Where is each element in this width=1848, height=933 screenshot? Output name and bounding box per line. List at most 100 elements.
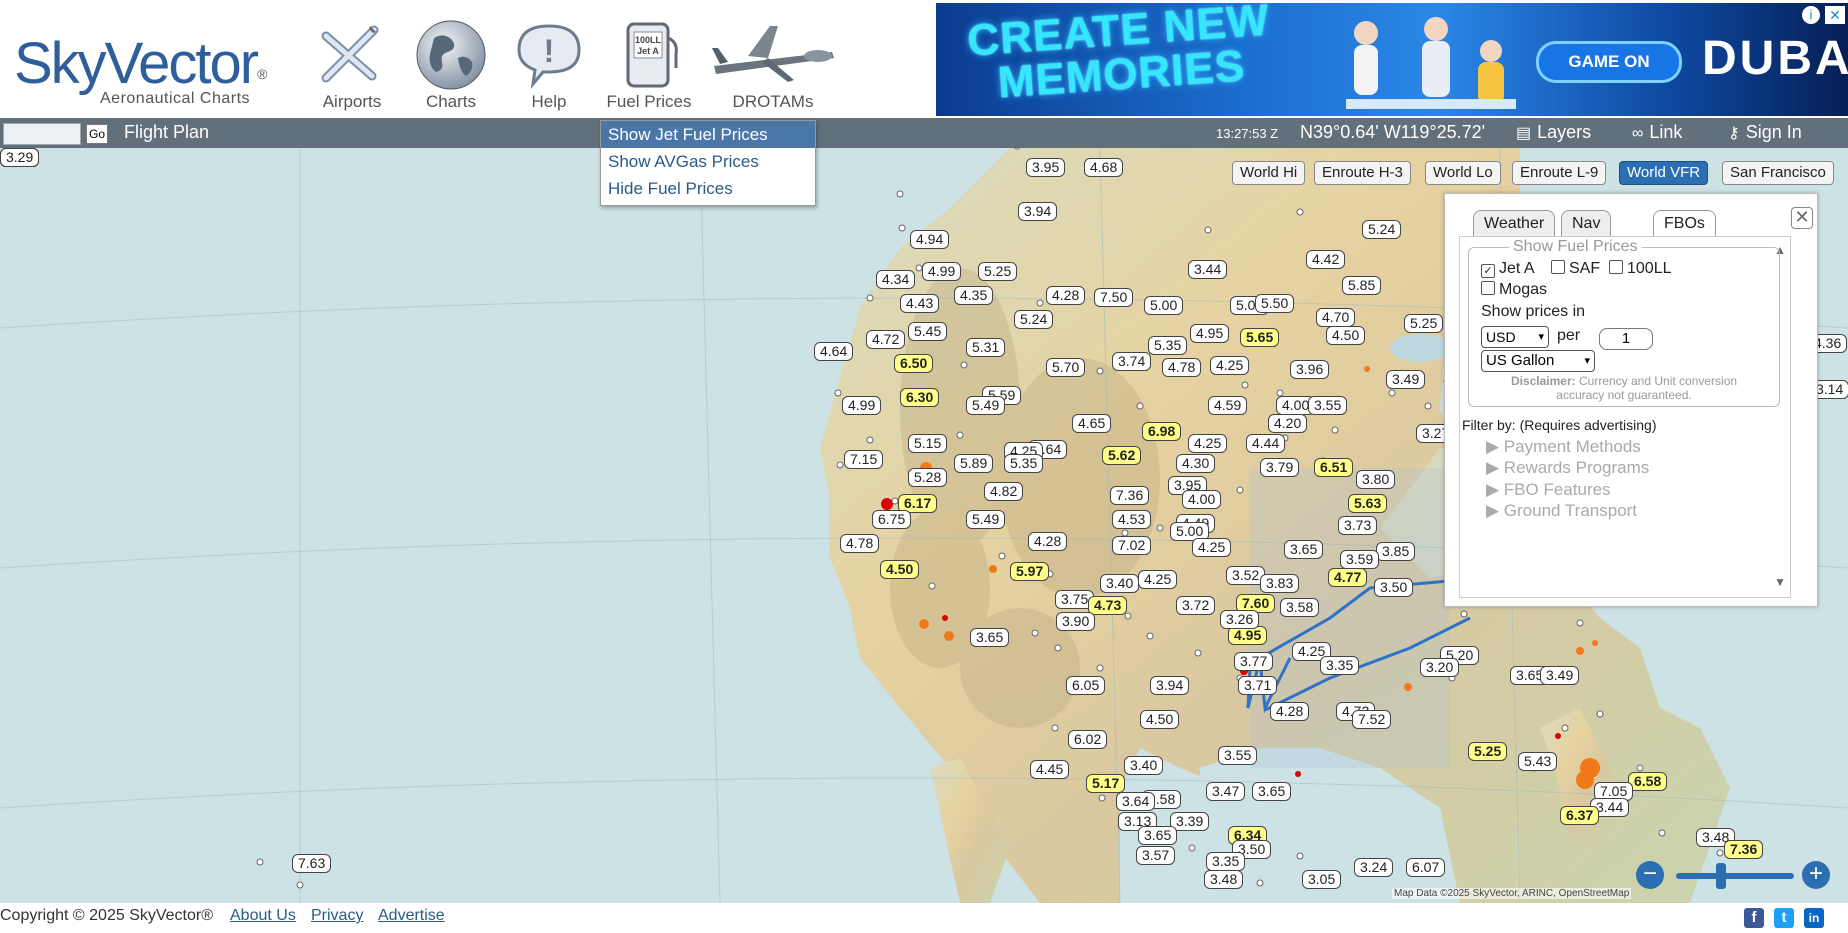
- fuel-price-label[interactable]: 7.36: [1110, 486, 1150, 505]
- currency-select[interactable]: USD ▾: [1481, 326, 1549, 348]
- fuel-price-label[interactable]: 3.72: [1176, 596, 1216, 615]
- nav-drotams[interactable]: DROTAMs: [708, 18, 838, 116]
- fuel-price-label[interactable]: 4.25: [1138, 570, 1178, 589]
- adchoices-icon[interactable]: i: [1802, 6, 1820, 24]
- map-canvas[interactable]: World Hi Enroute H-3 World Lo Enroute L-…: [0, 148, 1848, 903]
- fuel-price-label[interactable]: 7.02: [1112, 536, 1152, 555]
- fuel-price-label[interactable]: 4.94: [910, 230, 950, 249]
- zoom-slider-handle[interactable]: [1716, 863, 1726, 889]
- fuel-price-label[interactable]: 4.42: [1306, 250, 1346, 269]
- fuel-price-label[interactable]: 5.00: [1144, 296, 1184, 315]
- fuel-price-label[interactable]: 5.70: [1046, 358, 1086, 377]
- fuel-price-label[interactable]: 4.20: [1268, 414, 1308, 433]
- fuel-price-label[interactable]: 3.95: [1026, 158, 1066, 177]
- fuel-price-label[interactable]: 3.55: [1308, 396, 1348, 415]
- skyvector-logo[interactable]: SkyVector® Aeronautical Charts: [14, 34, 284, 114]
- checkbox-100ll[interactable]: 100LL: [1609, 260, 1672, 278]
- fuel-price-label[interactable]: 5.28: [908, 468, 948, 487]
- checkbox-jet-a[interactable]: ✓ Jet A: [1481, 260, 1535, 278]
- fuel-price-label[interactable]: 4.25: [1192, 538, 1232, 557]
- fuel-price-label[interactable]: 3.80: [1356, 470, 1396, 489]
- fuel-price-label[interactable]: 4.00: [1182, 490, 1222, 509]
- fuel-price-label[interactable]: 5.49: [966, 510, 1006, 529]
- fuel-price-label[interactable]: 5.17: [1086, 774, 1126, 793]
- chart-button-world-hi[interactable]: World Hi: [1232, 161, 1306, 185]
- fuel-price-label[interactable]: 5.45: [908, 322, 948, 341]
- fuel-price-label[interactable]: 5.89: [954, 454, 994, 473]
- fuel-price-label[interactable]: 6.98: [1142, 422, 1182, 441]
- fuel-price-label[interactable]: 6.75: [872, 510, 912, 529]
- fuel-price-label[interactable]: 3.40: [1124, 756, 1164, 775]
- fuel-price-label[interactable]: 5.65: [1240, 328, 1280, 347]
- filter-fbo-features[interactable]: ▶ FBO Features: [1486, 480, 1611, 500]
- chart-button-enroute-l9[interactable]: Enroute L-9: [1512, 161, 1607, 185]
- fuel-price-label[interactable]: 5.97: [1010, 562, 1050, 581]
- fuel-price-label[interactable]: 3.49: [1386, 370, 1426, 389]
- nav-help[interactable]: ! Help: [506, 18, 592, 116]
- fuel-price-label[interactable]: 3.47: [1206, 782, 1246, 801]
- fuel-price-label[interactable]: 4.43: [900, 294, 940, 313]
- per-quantity-input[interactable]: 1: [1599, 328, 1653, 350]
- fuel-price-label[interactable]: 4.25: [1188, 434, 1228, 453]
- link-button[interactable]: ∞ Link: [1632, 122, 1682, 143]
- fuel-price-label[interactable]: 3.35: [1206, 852, 1246, 871]
- fuel-price-label[interactable]: 5.25: [1468, 742, 1508, 761]
- fuel-price-label[interactable]: 6.51: [1314, 458, 1354, 477]
- ad-game-on-button[interactable]: GAME ON: [1536, 41, 1682, 83]
- fuel-price-label[interactable]: 5.62: [1102, 446, 1142, 465]
- fuel-price-label[interactable]: 3.48: [1204, 870, 1244, 889]
- fuel-price-label[interactable]: 3.49: [1540, 666, 1580, 685]
- checkbox-mogas[interactable]: Mogas: [1481, 281, 1547, 299]
- tab-fbos[interactable]: FBOs: [1653, 210, 1716, 236]
- twitter-icon[interactable]: t: [1774, 908, 1794, 928]
- fuel-price-label[interactable]: 4.73: [1088, 596, 1128, 615]
- chart-button-world-vfr[interactable]: World VFR: [1619, 161, 1709, 185]
- fuel-price-label[interactable]: 3.50: [1374, 578, 1414, 597]
- fuel-price-label[interactable]: 6.05: [1066, 676, 1106, 695]
- menu-show-avgas[interactable]: Show AVGas Prices: [601, 148, 815, 175]
- tab-weather[interactable]: Weather: [1473, 210, 1556, 236]
- checkbox-saf[interactable]: SAF: [1551, 260, 1600, 278]
- fuel-price-label[interactable]: 3.85: [1376, 542, 1416, 561]
- nav-fuel-prices[interactable]: 100LL Jet A Fuel Prices: [600, 18, 698, 116]
- zoom-slider-track[interactable]: [1676, 873, 1794, 879]
- fuel-price-label[interactable]: 3.55: [1218, 746, 1258, 765]
- fuel-price-label[interactable]: 6.30: [900, 388, 940, 407]
- flight-plan-input[interactable]: [3, 123, 81, 145]
- fuel-price-label[interactable]: 4.70: [1316, 308, 1356, 327]
- fuel-price-label[interactable]: 4.45: [1030, 760, 1070, 779]
- flight-plan-go-button[interactable]: Go: [86, 124, 108, 144]
- fuel-price-label[interactable]: 3.74: [1112, 352, 1152, 371]
- fuel-price-label[interactable]: 7.63: [292, 854, 332, 873]
- footer-link-about-us[interactable]: About Us: [230, 907, 296, 925]
- menu-hide-fuel[interactable]: Hide Fuel Prices: [601, 175, 815, 202]
- fuel-price-label[interactable]: 4.50: [1326, 326, 1366, 345]
- fuel-price-label[interactable]: 3.24: [1354, 858, 1394, 877]
- fuel-price-label[interactable]: 4.64: [814, 342, 854, 361]
- footer-link-privacy[interactable]: Privacy: [311, 907, 363, 925]
- fuel-price-label[interactable]: 6.02: [1068, 730, 1108, 749]
- panel-close-button[interactable]: ✕: [1791, 207, 1813, 229]
- fuel-price-label[interactable]: 6.07: [1406, 858, 1446, 877]
- fuel-price-label[interactable]: 3.71: [1238, 676, 1278, 695]
- fuel-price-label[interactable]: 3.83: [1260, 574, 1300, 593]
- fuel-price-label[interactable]: 4.30: [1176, 454, 1216, 473]
- fuel-price-label[interactable]: 3.90: [1056, 612, 1096, 631]
- chart-button-enroute-h3[interactable]: Enroute H-3: [1314, 161, 1411, 185]
- fuel-price-label[interactable]: 5.24: [1362, 220, 1402, 239]
- chart-button-san-francisco[interactable]: San Francisco: [1722, 161, 1834, 185]
- fuel-price-label[interactable]: 6.58: [1628, 772, 1668, 791]
- zoom-in-button[interactable]: +: [1802, 861, 1830, 889]
- fuel-price-label[interactable]: 4.50: [1140, 710, 1180, 729]
- fuel-price-label[interactable]: 3.44: [1188, 260, 1228, 279]
- fuel-price-label[interactable]: 4.28: [1046, 286, 1086, 305]
- fuel-price-label[interactable]: 4.28: [1028, 532, 1068, 551]
- fuel-price-label[interactable]: 5.24: [1014, 310, 1054, 329]
- filter-rewards-programs[interactable]: ▶ Rewards Programs: [1486, 458, 1649, 478]
- fuel-price-label[interactable]: 3.94: [1150, 676, 1190, 695]
- fuel-price-label[interactable]: 5.25: [978, 262, 1018, 281]
- fuel-price-label[interactable]: 3.57: [1136, 846, 1176, 865]
- fuel-price-label[interactable]: 3.35: [1320, 656, 1360, 675]
- fuel-price-label[interactable]: 4.28: [1270, 702, 1310, 721]
- fuel-price-label[interactable]: 3.94: [1018, 202, 1058, 221]
